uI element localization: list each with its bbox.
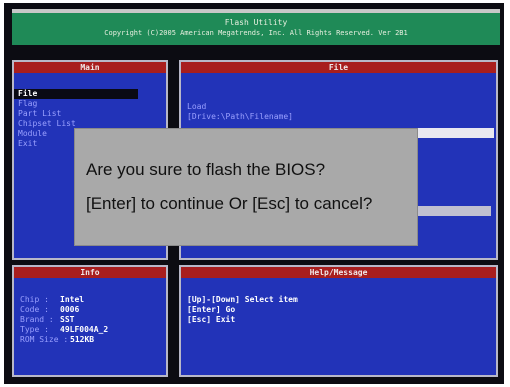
help-panel: Help/Message [Up]-[Down] Select item [En… <box>179 265 498 377</box>
progress-field <box>417 206 491 216</box>
menu-item-part-list[interactable]: Part List <box>14 109 166 119</box>
flash-confirm-dialog[interactable]: Are you sure to flash the BIOS? [Enter] … <box>74 128 418 246</box>
chip-label: Chip : <box>20 295 49 304</box>
dialog-instruction: [Enter] to continue Or [Esc] to cancel? <box>86 194 373 213</box>
type-label: Type : <box>20 325 49 334</box>
app-title: Flash Utility <box>224 18 288 27</box>
dialog-question: Are you sure to flash the BIOS? <box>86 160 326 179</box>
code-label: Code : <box>20 305 49 314</box>
path-hint: [Drive:\Path\Filename] <box>187 112 293 121</box>
main-panel-header: Main <box>14 62 166 73</box>
copyright-text: Copyright (C)2005 American Megatrends, I… <box>104 29 408 37</box>
help-panel-header: Help/Message <box>181 267 496 278</box>
brand-value: SST <box>60 315 75 324</box>
title-bar: Flash Utility Copyright (C)2005 American… <box>12 9 500 45</box>
rom-size-value: 512KB <box>70 335 95 344</box>
info-panel: Info Chip : Intel Code : 0006 Brand : SST T… <box>12 265 168 377</box>
chip-value: Intel <box>60 295 85 304</box>
code-value: 0006 <box>60 305 80 314</box>
rom-size-label: ROM Size : <box>20 335 69 344</box>
type-value: 49LF004A_2 <box>60 325 109 334</box>
file-panel-header: File <box>181 62 496 73</box>
menu-item-flag[interactable]: Flag <box>14 99 166 109</box>
help-line-go: [Enter] Go <box>187 305 236 314</box>
brand-label: Brand : <box>20 315 54 324</box>
menu-item-file[interactable]: File <box>14 89 138 99</box>
load-label: Load <box>187 102 207 111</box>
help-line-exit: [Esc] Exit <box>187 315 236 324</box>
help-line-select: [Up]-[Down] Select item <box>187 295 298 304</box>
bios-flash-screen: Flash Utility Copyright (C)2005 American… <box>4 3 504 384</box>
info-panel-header: Info <box>14 267 166 278</box>
